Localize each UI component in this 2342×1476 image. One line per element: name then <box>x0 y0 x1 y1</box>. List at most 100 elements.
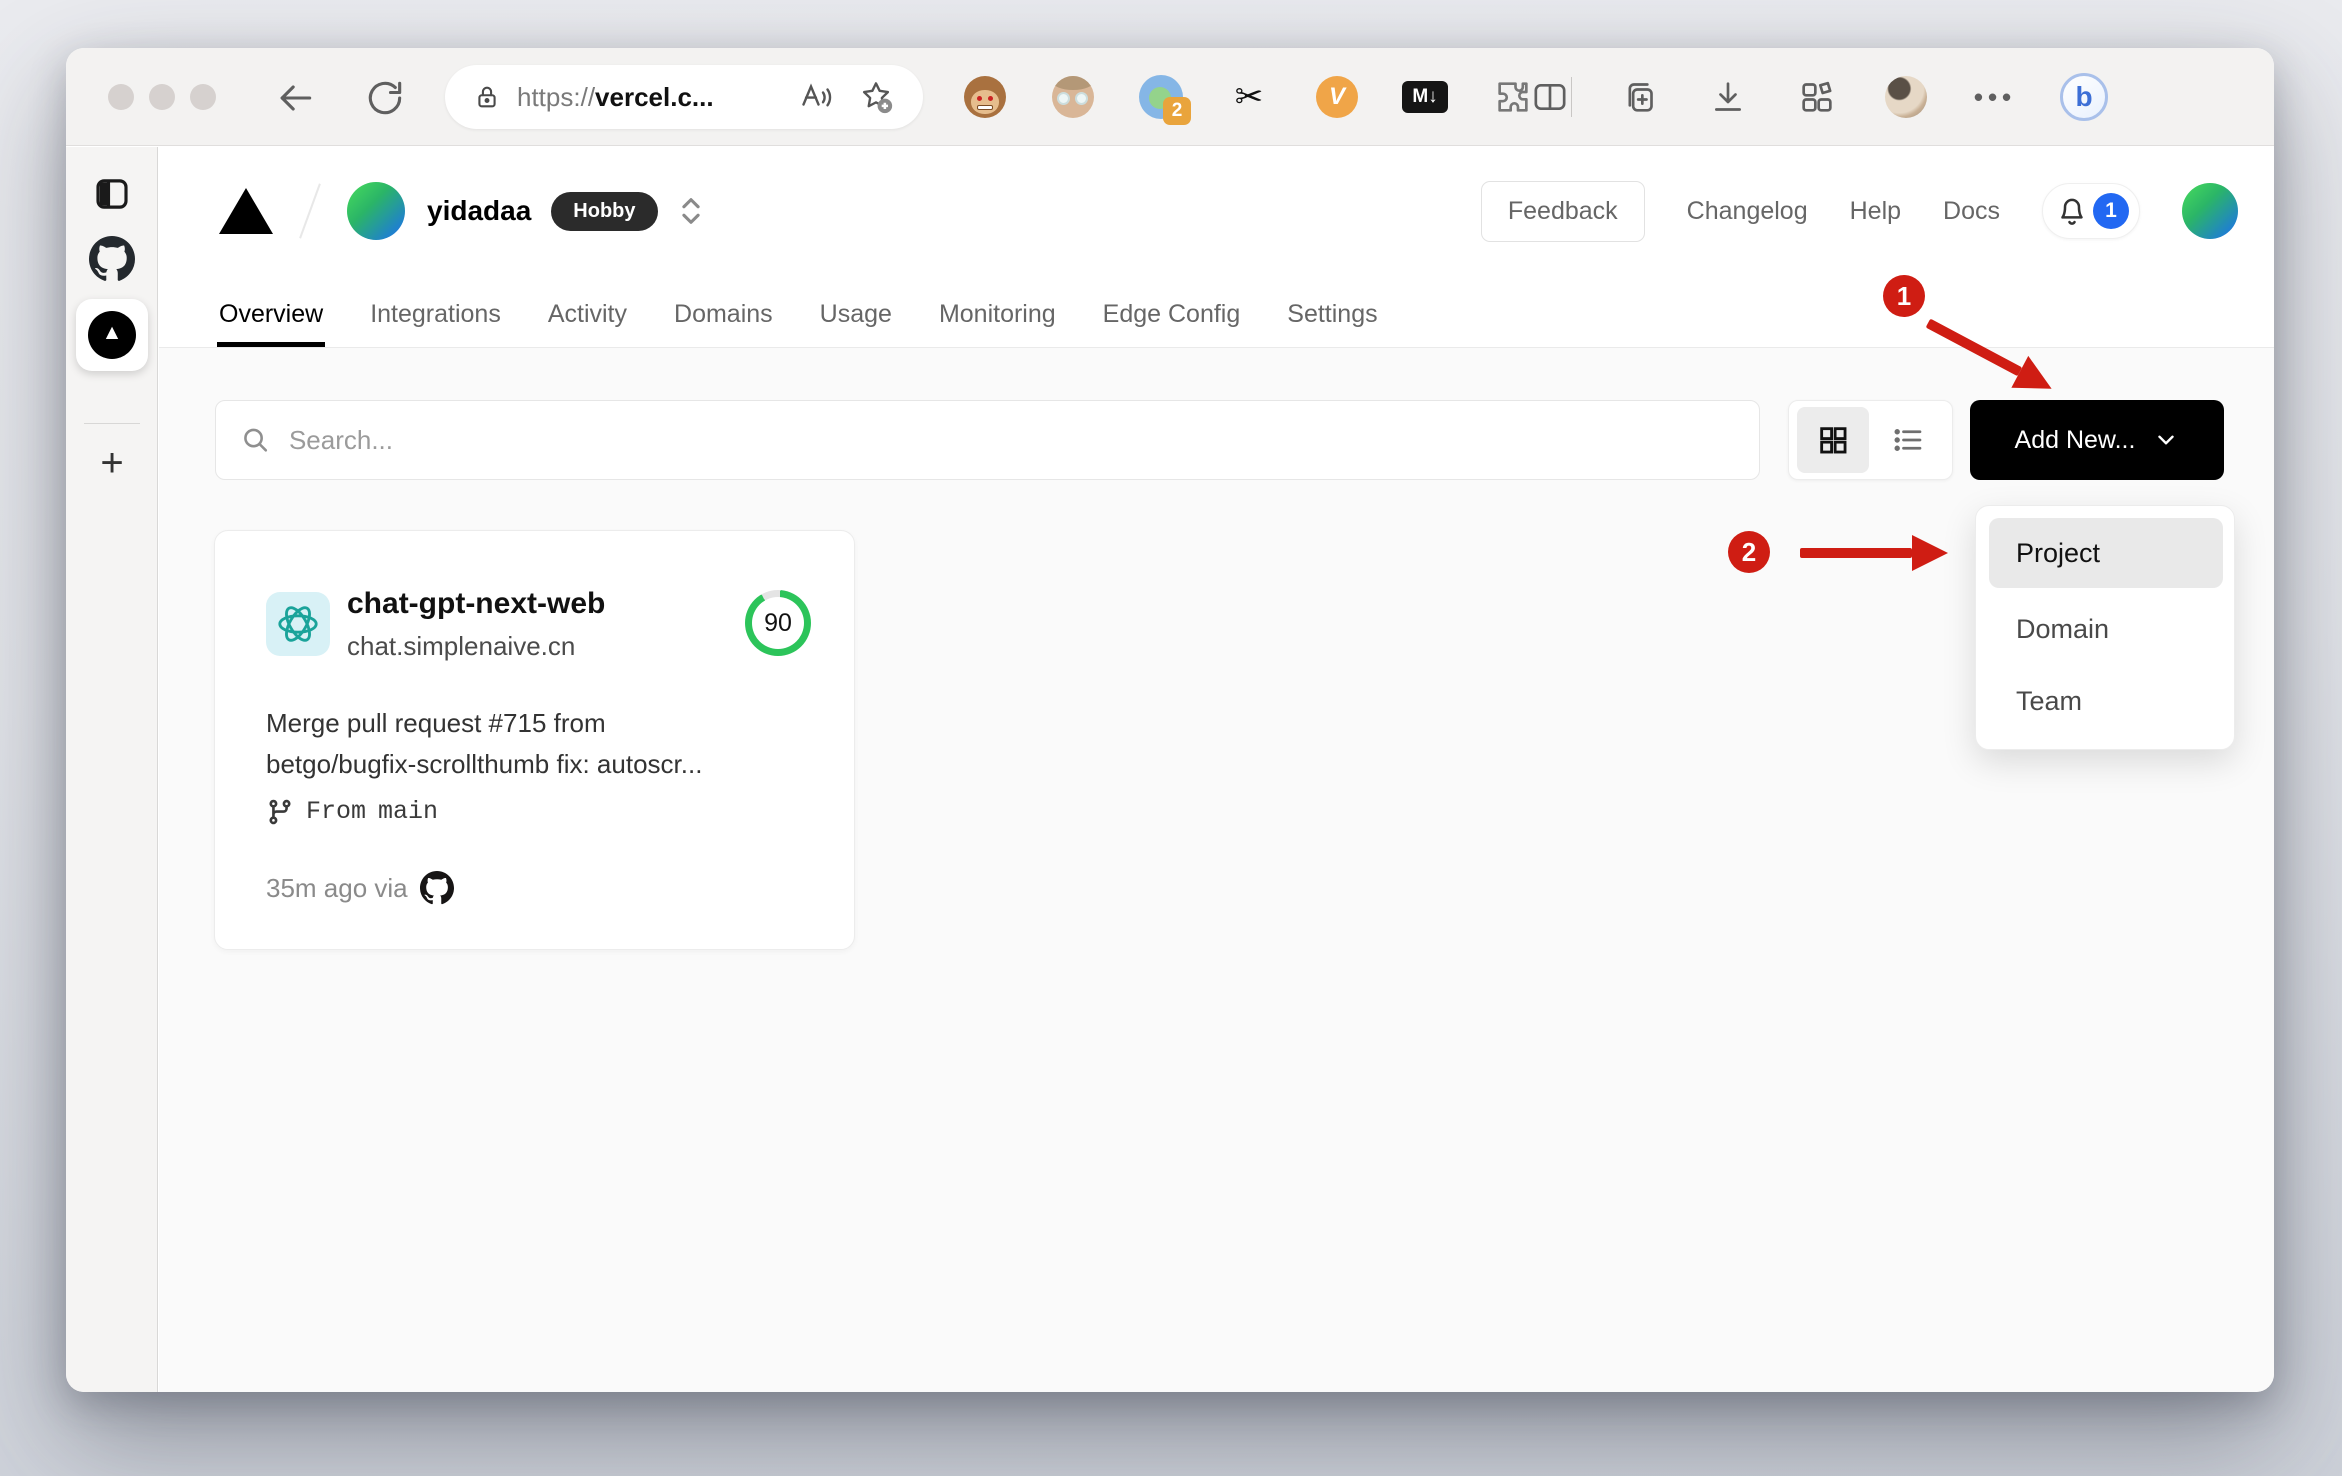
menu-item-project[interactable]: Project <box>1989 518 2223 588</box>
vercel-triangle-icon: ▲ <box>101 321 123 344</box>
menu-item-domain[interactable]: Domain <box>1989 594 2223 664</box>
project-search <box>215 400 1760 480</box>
minimize-window-button[interactable] <box>149 84 175 110</box>
github-source-icon <box>419 871 454 905</box>
tab-usage[interactable]: Usage <box>820 281 892 347</box>
plus-icon: + <box>100 441 124 485</box>
more-menu-icon[interactable]: ••• <box>1966 82 2024 113</box>
tab-domains[interactable]: Domains <box>674 281 773 347</box>
address-bar[interactable]: https://vercel.c... <box>445 65 923 129</box>
tab-activity[interactable]: Activity <box>548 281 627 347</box>
changelog-link[interactable]: Changelog <box>1687 197 1808 226</box>
team-name: yidadaa <box>427 195 532 226</box>
deploy-time: 35m ago via <box>266 871 454 905</box>
vercel-logo[interactable] <box>219 188 273 234</box>
team-switcher-icon[interactable] <box>674 191 708 231</box>
traffic-lights <box>108 84 216 110</box>
project-toolbar: Add New... <box>215 400 2224 480</box>
notification-count-badge: 1 <box>2093 193 2129 229</box>
project-name: chat-gpt-next-web <box>347 587 606 620</box>
tab-edge-config[interactable]: Edge Config <box>1103 281 1241 347</box>
extensions-row: 2 ✂ V M↓ <box>956 48 1542 146</box>
close-window-button[interactable] <box>108 84 134 110</box>
tab-integrations[interactable]: Integrations <box>370 281 501 347</box>
panel-toggle-icon <box>96 179 128 209</box>
chevron-down-icon <box>2158 435 2175 445</box>
branch-from-label: From <box>306 797 367 826</box>
team-avatar <box>347 182 405 240</box>
search-icon <box>244 428 268 452</box>
avatar-extension-icon[interactable] <box>1044 76 1102 118</box>
url-text: https://vercel.c... <box>517 82 714 113</box>
tab-monitoring[interactable]: Monitoring <box>939 281 1056 347</box>
add-new-button[interactable]: Add New... <box>1970 400 2224 480</box>
scissors-extension-icon[interactable]: ✂ <box>1220 77 1278 117</box>
project-favicon <box>266 592 330 656</box>
git-branch-icon <box>269 799 291 824</box>
browser-profile-avatar[interactable] <box>1877 76 1935 118</box>
tab-settings[interactable]: Settings <box>1287 281 1377 347</box>
search-input[interactable] <box>288 424 1735 456</box>
docs-link[interactable]: Docs <box>1943 197 2000 226</box>
split-screen-icon[interactable] <box>1521 77 1579 117</box>
user-avatar[interactable] <box>2182 183 2238 239</box>
help-link[interactable]: Help <box>1850 197 1901 226</box>
annotation-arrow-2 <box>1800 535 1948 571</box>
collections-icon[interactable] <box>1610 77 1668 117</box>
back-button[interactable] <box>273 76 317 120</box>
annotation-step-1: 1 <box>1883 275 1925 317</box>
feedback-button[interactable]: Feedback <box>1480 180 1645 242</box>
commit-message: Merge pull request #715 from betgo/bugfi… <box>266 708 703 779</box>
annotation-step-2: 2 <box>1728 531 1770 573</box>
edge-sidebar: ▲ + <box>66 147 158 1392</box>
extension-count-badge: 2 <box>1163 97 1191 125</box>
url-scheme: https:// <box>517 81 596 112</box>
add-favorite-star-icon[interactable] <box>857 78 895 116</box>
downloads-icon[interactable] <box>1699 77 1757 117</box>
list-view-icon <box>1894 429 1922 451</box>
project-domain[interactable]: chat.simplenaive.cn <box>347 631 575 662</box>
view-toggle <box>1788 400 1953 480</box>
plan-badge: Hobby <box>551 191 658 231</box>
reload-button[interactable] <box>363 76 407 120</box>
lock-icon <box>478 86 496 108</box>
menu-item-team[interactable]: Team <box>1989 666 2223 736</box>
sidebar-item-github[interactable] <box>66 236 158 282</box>
breadcrumb-slash <box>299 183 321 239</box>
toolbar-right-icons: ••• b <box>1521 48 2113 146</box>
sidebar-add-button[interactable]: + <box>66 443 158 483</box>
bell-icon <box>2061 198 2083 225</box>
browser-window: https://vercel.c... 2 ✂ V M↓ ••• b ▲ + y… <box>66 48 2274 1392</box>
read-aloud-icon[interactable] <box>799 79 835 115</box>
reload-icon <box>368 81 402 115</box>
browser-toolbar: https://vercel.c... 2 ✂ V M↓ ••• b <box>66 48 2274 146</box>
sidebar-toggle-button[interactable] <box>66 173 158 215</box>
dashboard-tabs: Overview Integrations Activity Domains U… <box>216 281 1378 347</box>
sidebar-divider <box>84 423 140 424</box>
add-new-dropdown: Project Domain Team <box>1975 505 2235 750</box>
zoom-window-button[interactable] <box>190 84 216 110</box>
notifications-button[interactable]: 1 <box>2042 183 2140 239</box>
score-value: 90 <box>764 608 792 637</box>
tampermonkey-extension-icon[interactable] <box>956 76 1014 118</box>
list-view-button[interactable] <box>1872 407 1944 473</box>
vercel-dashboard: yidadaa Hobby Feedback Changelog Help Do… <box>159 147 2274 1392</box>
branch-line: From main <box>266 797 438 826</box>
url-host: vercel.c... <box>595 81 714 112</box>
github-icon <box>89 236 135 281</box>
browser-essentials-icon[interactable] <box>1788 77 1846 117</box>
sidebar-item-vercel-active[interactable]: ▲ <box>66 299 158 371</box>
video-extension-icon[interactable]: V <box>1308 76 1366 118</box>
markdown-extension-icon[interactable]: M↓ <box>1396 81 1454 113</box>
score-ring: 90 <box>745 590 811 656</box>
grid-view-icon <box>1820 427 1847 454</box>
status-extension-icon[interactable]: 2 <box>1132 75 1191 125</box>
add-new-label: Add New... <box>2014 425 2136 454</box>
bing-chat-icon[interactable]: b <box>2055 73 2113 121</box>
project-card[interactable]: chat-gpt-next-web chat.simplenaive.cn 90… <box>214 530 855 950</box>
openai-logo-icon <box>278 606 318 642</box>
back-arrow-icon <box>280 85 312 111</box>
tab-overview[interactable]: Overview <box>216 281 326 347</box>
branch-name: main <box>378 797 439 826</box>
grid-view-button[interactable] <box>1796 407 1869 473</box>
